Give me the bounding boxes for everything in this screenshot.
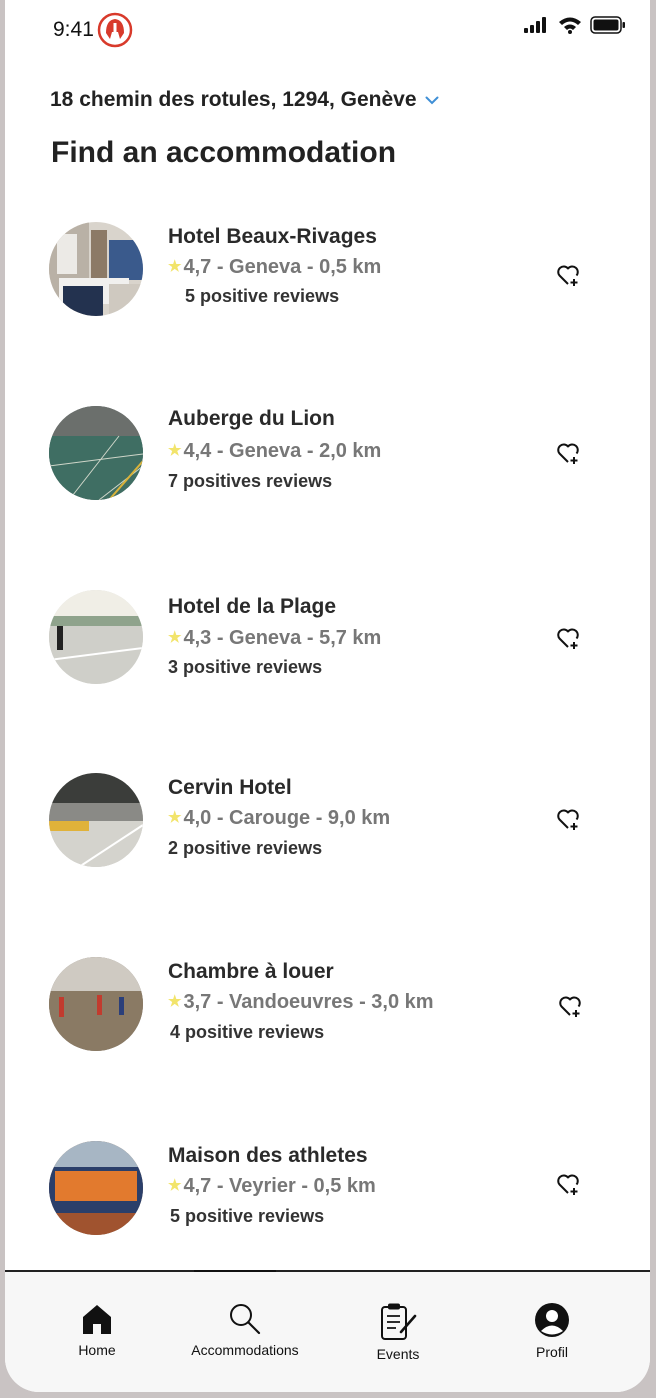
accommodation-rating: ★ 4,4 - Geneva - 2,0 km [168,440,381,463]
status-icons [524,16,626,34]
star-icon: ★ [168,258,182,275]
accommodation-photo [49,222,143,316]
accommodation-name: Cervin Hotel [168,776,292,799]
tab-profil[interactable]: Profil [517,1302,587,1360]
star-icon: ★ [168,629,182,646]
heart-plus-icon[interactable] [555,440,581,466]
accommodation-photo [49,590,143,684]
accommodation-reviews: 2 positive reviews [168,838,323,858]
spartan-logo-icon [97,12,133,48]
accommodation-item[interactable]: Chambre à louer ★ 3,7 - Vandoeuvres - 3,0… [5,957,650,1057]
rating-line: 4,7 - Veyrier - 0,5 km [183,1175,376,1197]
tab-accommodations-label: Accommodations [191,1342,299,1358]
tab-events-label: Events [376,1346,420,1362]
user-circle-icon [535,1303,569,1337]
star-icon: ★ [168,442,182,459]
phone-screen: 9:41 18 chemin des rotules, 1294, Genève [5,0,650,1392]
heart-plus-icon[interactable] [555,262,581,288]
rating-line: 4,7 - Geneva - 0,5 km [183,256,382,278]
accommodation-rating: ★ 4,0 - Carouge - 9,0 km [168,807,390,830]
heart-plus-icon[interactable] [557,993,583,1019]
tab-accommodations[interactable]: Accommodations [185,1302,305,1358]
accommodation-rating: ★ 4,7 - Geneva - 0,5 km [168,256,381,279]
accommodation-reviews: 5 positive reviews [170,1206,325,1226]
heart-plus-icon[interactable] [555,625,581,651]
rating-line: 4,3 - Geneva - 5,7 km [183,627,382,649]
heart-plus-icon[interactable] [555,1171,581,1197]
accommodation-photo [49,773,143,867]
accommodation-item[interactable]: Maison des athletes ★ 4,7 - Veyrier - 0,5… [5,1141,650,1241]
accommodation-name: Maison des athletes [168,1144,368,1167]
battery-icon [590,16,625,34]
tab-bar: Home Accommodations Events Profil [5,1272,650,1392]
status-time: 9:41 [53,18,94,41]
accommodation-item[interactable]: Auberge du Lion ★ 4,4 - Geneva - 2,0 km 7… [5,406,650,506]
address-selector[interactable]: 18 chemin des rotules, 1294, Genève [50,88,439,112]
page-title: Find an accommodation [51,136,397,169]
tab-home[interactable]: Home [67,1302,127,1358]
home-icon [83,1305,111,1334]
accommodation-photo [49,957,143,1051]
accommodation-reviews: 7 positives reviews [168,471,333,491]
accommodation-reviews: 3 positive reviews [168,657,323,677]
accommodation-name: Chambre à louer [168,960,334,983]
accommodation-name: Hotel Beaux-Rivages [168,225,377,248]
address-label: 18 chemin des rotules, 1294, Genève [50,88,417,111]
accommodation-photo [49,406,143,500]
wifi-icon [559,17,581,34]
clipboard-icon [381,1303,417,1340]
accommodation-name: Auberge du Lion [168,407,335,430]
chevron-down-icon [425,96,439,104]
star-icon: ★ [168,1177,182,1194]
tab-home-label: Home [78,1342,116,1358]
accommodation-reviews: 5 positive reviews [185,286,340,306]
accommodation-rating: ★ 3,7 - Vandoeuvres - 3,0 km [168,991,434,1014]
tab-events[interactable]: Events [363,1302,433,1362]
star-icon: ★ [168,993,182,1010]
accommodation-item[interactable]: Hotel de la Plage ★ 4,3 - Geneva - 5,7 km… [5,590,650,690]
accommodation-reviews: 4 positive reviews [170,1022,325,1042]
star-icon: ★ [168,809,182,826]
rating-line: 4,4 - Geneva - 2,0 km [183,440,382,462]
tab-profil-label: Profil [536,1344,568,1360]
accommodation-item[interactable]: Hotel Beaux-Rivages ★ 4,7 - Geneva - 0,5 … [5,222,650,322]
accommodation-rating: ★ 4,3 - Geneva - 5,7 km [168,627,381,650]
accommodation-name: Hotel de la Plage [168,595,337,618]
rating-line: 4,0 - Carouge - 9,0 km [183,807,391,829]
accommodation-photo [49,1141,143,1235]
accommodation-rating: ★ 4,7 - Veyrier - 0,5 km [168,1175,376,1198]
accommodation-item[interactable]: Cervin Hotel ★ 4,0 - Carouge - 9,0 km 2 p… [5,773,650,873]
rating-line: 3,7 - Vandoeuvres - 3,0 km [183,991,434,1013]
search-icon [230,1304,261,1335]
heart-plus-icon[interactable] [555,806,581,832]
cellular-signal-icon [524,17,546,33]
